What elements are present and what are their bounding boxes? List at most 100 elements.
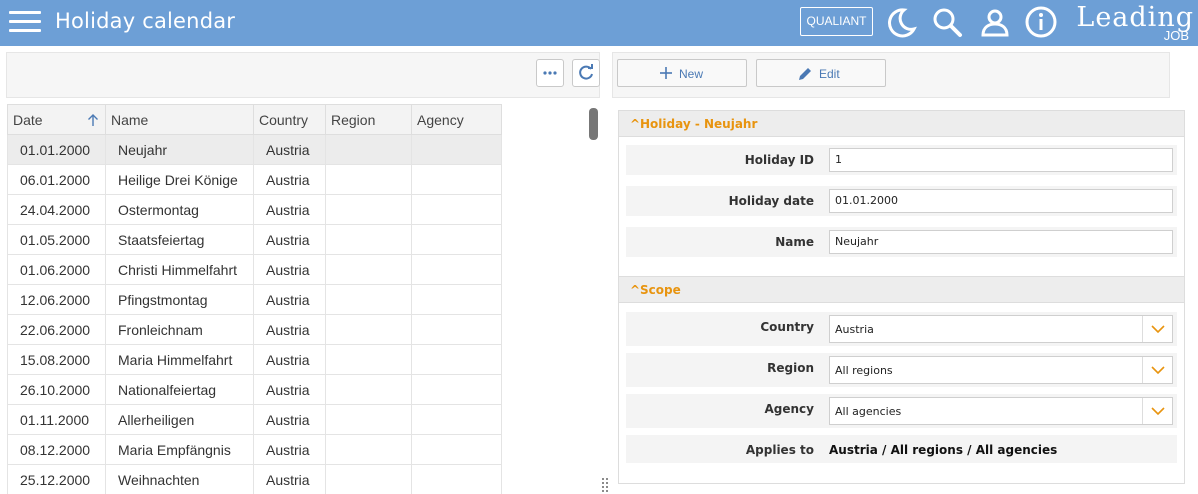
moon-icon[interactable] (884, 5, 918, 39)
ellipsis-icon (543, 71, 557, 75)
cell-agency (411, 254, 502, 285)
column-header-region[interactable]: Region (325, 104, 412, 135)
cell-region (325, 404, 412, 435)
table-row[interactable]: 01.06.2000 Christi Himmelfahrt Austria (7, 254, 502, 285)
table-row[interactable]: 01.05.2000 Staatsfeiertag Austria (7, 224, 502, 255)
agency-row: Agency All agencies (626, 394, 1177, 428)
refresh-icon (579, 64, 593, 80)
region-select[interactable]: All regions (829, 356, 1173, 384)
info-icon[interactable] (1024, 5, 1058, 39)
cell-country: Austria (253, 374, 326, 405)
table-row[interactable]: 01.01.2000 Neujahr Austria (7, 134, 502, 165)
grid-scrollbar[interactable] (587, 104, 599, 494)
cell-agency (411, 224, 502, 255)
cell-country: Austria (253, 164, 326, 195)
table-row[interactable]: 24.04.2000 Ostermontag Austria (7, 194, 502, 225)
cell-agency (411, 164, 502, 195)
cell-country: Austria (253, 314, 326, 345)
cell-region (325, 314, 412, 345)
holiday-name-field[interactable]: Neujahr (829, 230, 1173, 254)
column-header-name[interactable]: Name (105, 104, 254, 135)
cell-name: Staatsfeiertag (105, 224, 254, 255)
collapse-caret-icon: ^ (630, 283, 641, 297)
cell-region (325, 434, 412, 465)
cell-date: 25.12.2000 (7, 464, 106, 494)
cell-date: 24.04.2000 (7, 194, 106, 225)
cell-name: Maria Empfängnis (105, 434, 254, 465)
new-button[interactable]: New (617, 59, 747, 87)
sort-ascending-icon (88, 114, 98, 126)
country-row: Country Austria (626, 312, 1177, 346)
scope-section: ^Scope Country Austria Region All region… (618, 276, 1185, 484)
table-row[interactable]: 15.08.2000 Maria Himmelfahrt Austria (7, 344, 502, 375)
column-header-date[interactable]: Date (7, 104, 106, 135)
table-row[interactable]: 06.01.2000 Heilige Drei Könige Austria (7, 164, 502, 195)
holiday-section-header[interactable]: ^Holiday - Neujahr (619, 111, 1184, 137)
cell-country: Austria (253, 284, 326, 315)
table-row[interactable]: 08.12.2000 Maria Empfängnis Austria (7, 434, 502, 465)
user-icon[interactable] (978, 5, 1012, 39)
cell-agency (411, 314, 502, 345)
cell-agency (411, 374, 502, 405)
table-row[interactable]: 25.12.2000 Weihnachten Austria (7, 464, 502, 494)
scope-section-header[interactable]: ^Scope (619, 277, 1184, 303)
cell-date: 22.06.2000 (7, 314, 106, 345)
table-row[interactable]: 26.10.2000 Nationalfeiertag Austria (7, 374, 502, 405)
holiday-date-row: Holiday date 01.01.2000 (626, 186, 1177, 216)
cell-region (325, 254, 412, 285)
cell-region (325, 134, 412, 165)
holiday-id-row: Holiday ID 1 (626, 145, 1177, 175)
cell-name: Heilige Drei Könige (105, 164, 254, 195)
chevron-down-icon[interactable] (1142, 357, 1172, 383)
top-bar: Holiday calendar QUALIANT Leading JOB (0, 0, 1198, 46)
chevron-down-icon[interactable] (1142, 398, 1172, 424)
cell-region (325, 224, 412, 255)
cell-name: Maria Himmelfahrt (105, 344, 254, 375)
more-options-button[interactable] (536, 59, 564, 87)
cell-country: Austria (253, 194, 326, 225)
table-row[interactable]: 22.06.2000 Fronleichnam Austria (7, 314, 502, 345)
search-icon[interactable] (930, 5, 964, 39)
cell-country: Austria (253, 224, 326, 255)
cell-region (325, 344, 412, 375)
column-header-country[interactable]: Country (253, 104, 326, 135)
leading-job-logo: Leading JOB (1076, 2, 1194, 43)
grid-toolbar (6, 52, 600, 98)
refresh-button[interactable] (572, 59, 600, 87)
cell-agency (411, 404, 502, 435)
cell-region (325, 374, 412, 405)
menu-icon[interactable] (9, 10, 41, 34)
cell-agency (411, 194, 502, 225)
grid-scrollbar-thumb[interactable] (589, 108, 598, 140)
holiday-date-field[interactable]: 01.01.2000 (829, 189, 1173, 213)
country-select[interactable]: Austria (829, 315, 1173, 343)
grid-header-row: Date Name Country Region Agency (7, 104, 502, 135)
cell-country: Austria (253, 344, 326, 375)
cell-name: Christi Himmelfahrt (105, 254, 254, 285)
table-row[interactable]: 01.11.2000 Allerheiligen Austria (7, 404, 502, 435)
cell-region (325, 284, 412, 315)
cell-date: 01.06.2000 (7, 254, 106, 285)
cell-date: 01.05.2000 (7, 224, 106, 255)
cell-agency (411, 134, 502, 165)
cell-agency (411, 284, 502, 315)
applies-to-row: Applies to Austria / All regions / All a… (626, 435, 1177, 463)
holiday-id-field[interactable]: 1 (829, 148, 1173, 172)
table-row[interactable]: 12.06.2000 Pfingstmontag Austria (7, 284, 502, 315)
cell-country: Austria (253, 254, 326, 285)
qualiant-button[interactable]: QUALIANT (800, 7, 873, 36)
agency-select[interactable]: All agencies (829, 397, 1173, 425)
plus-icon (660, 67, 672, 79)
cell-country: Austria (253, 134, 326, 165)
panel-splitter-handle[interactable] (600, 476, 610, 494)
edit-button[interactable]: Edit (756, 59, 886, 87)
holiday-name-row: Name Neujahr (626, 227, 1177, 257)
column-header-agency[interactable]: Agency (411, 104, 502, 135)
cell-agency (411, 434, 502, 465)
cell-region (325, 164, 412, 195)
cell-region (325, 194, 412, 225)
cell-name: Allerheiligen (105, 404, 254, 435)
holiday-section: ^Holiday - Neujahr Holiday ID 1 Holiday … (618, 110, 1185, 277)
cell-name: Nationalfeiertag (105, 374, 254, 405)
chevron-down-icon[interactable] (1142, 316, 1172, 342)
